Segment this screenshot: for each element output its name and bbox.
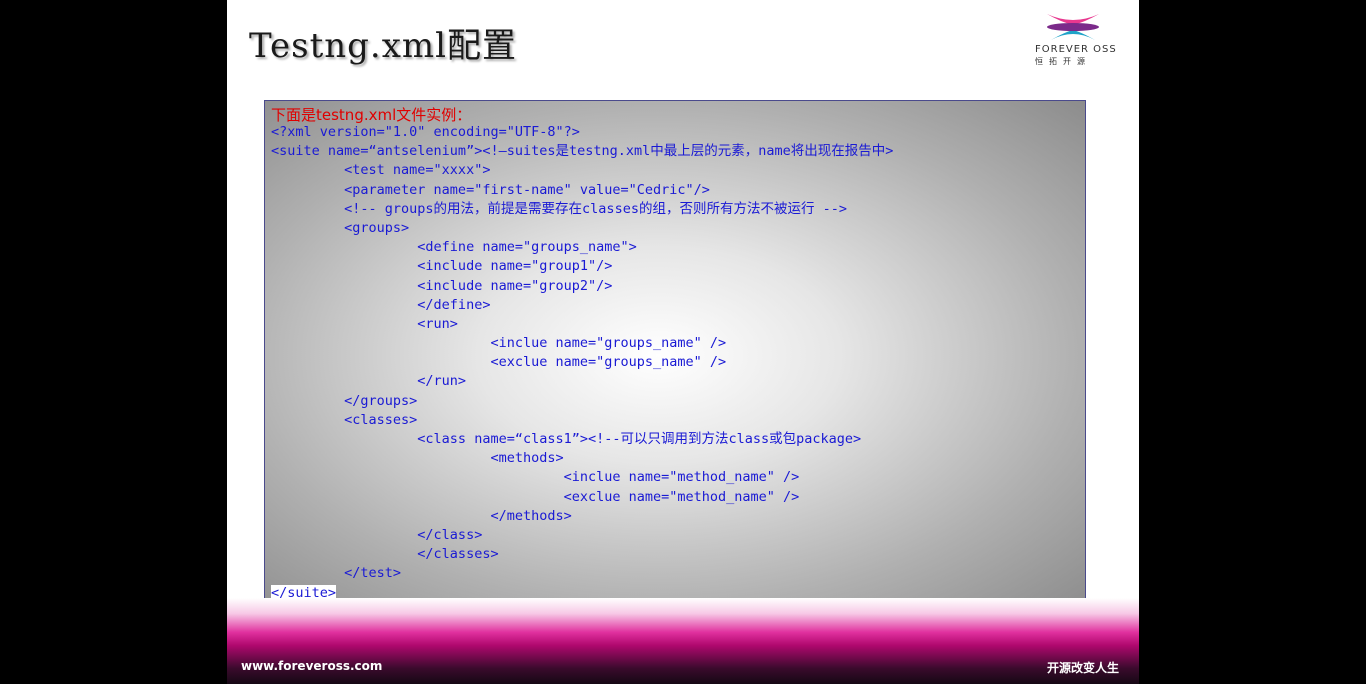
code-line: <exclue name="method_name" /> bbox=[271, 488, 893, 507]
code-line-text: <parameter name="first-name" value="Cedr… bbox=[271, 181, 710, 198]
code-line-text: <test name="xxxx"> bbox=[271, 162, 491, 179]
code-line-text: <inclue name="method_name" /> bbox=[271, 469, 800, 486]
code-line: <test name="xxxx"> bbox=[271, 161, 893, 180]
code-line: <inclue name="groups_name" /> bbox=[271, 334, 893, 353]
code-line-text: <class name=“class1”><!--可以只调用到方法class或包… bbox=[271, 431, 862, 447]
code-line: <methods> bbox=[271, 449, 893, 468]
code-line: </test> bbox=[271, 564, 893, 583]
code-line: </groups> bbox=[271, 392, 893, 411]
logo-brand-en: FOREVER OSS bbox=[1035, 44, 1117, 55]
code-line-text: <?xml version="1.0" encoding="UTF-8"?> bbox=[271, 124, 580, 140]
code-line: <run> bbox=[271, 315, 893, 334]
code-line-text: </run> bbox=[271, 373, 467, 390]
code-line: <class name=“class1”><!--可以只调用到方法class或包… bbox=[271, 430, 893, 449]
code-line-text: </test> bbox=[271, 565, 402, 582]
code-line-text: <inclue name="groups_name" /> bbox=[271, 335, 727, 352]
code-line: <?xml version="1.0" encoding="UTF-8"?> bbox=[271, 123, 893, 142]
code-line: <groups> bbox=[271, 219, 893, 238]
code-line-text: <groups> bbox=[271, 219, 410, 236]
code-line-text: </methods> bbox=[271, 507, 572, 524]
code-header: 下面是testng.xml文件实例： bbox=[271, 106, 472, 124]
code-line-text: </classes> bbox=[271, 546, 499, 563]
code-line: <!-- groups的用法，前提是需要存在classes的组，否则所有方法不被… bbox=[271, 200, 893, 219]
code-line-text: </define> bbox=[271, 296, 491, 313]
code-line: <define name="groups_name"> bbox=[271, 238, 893, 257]
code-line-text: </groups> bbox=[271, 392, 418, 409]
code-line-text: <run> bbox=[271, 315, 458, 332]
code-panel: 下面是testng.xml文件实例： <?xml version="1.0" e… bbox=[264, 100, 1086, 611]
code-line-text: <exclue name="method_name" /> bbox=[271, 488, 800, 505]
code-line: </class> bbox=[271, 526, 893, 545]
code-line-text: <define name="groups_name"> bbox=[271, 239, 637, 256]
code-line: </methods> bbox=[271, 507, 893, 526]
code-line: <include name="group2"/> bbox=[271, 277, 893, 296]
forever-oss-logo-icon bbox=[1047, 14, 1099, 40]
code-line: <inclue name="method_name" /> bbox=[271, 468, 893, 487]
code-line: </classes> bbox=[271, 545, 893, 564]
code-line: <exclue name="groups_name" /> bbox=[271, 353, 893, 372]
code-line-text: <suite name=“antselenium”><!—suites是test… bbox=[271, 143, 894, 160]
code-line: </run> bbox=[271, 372, 893, 391]
code-line: </define> bbox=[271, 296, 893, 315]
slide-title: Testng.xml配置 bbox=[249, 26, 518, 66]
code-lines: <?xml version="1.0" encoding="UTF-8"?> <s… bbox=[271, 123, 893, 603]
code-line-text: <classes> bbox=[271, 411, 418, 428]
footer-url: www.foreveross.com bbox=[241, 659, 383, 673]
code-line-text: <exclue name="groups_name" /> bbox=[271, 354, 727, 371]
code-line-text: <include name="group2"/> bbox=[271, 277, 613, 294]
logo-brand-cn: 恒拓开源 bbox=[1035, 57, 1091, 66]
code-line-text: </class> bbox=[271, 526, 483, 543]
slide: Testng.xml配置 FOREVER OSS 恒拓开源 下面是testng.… bbox=[227, 0, 1139, 684]
footer-slogan: 开源改变人生 bbox=[1047, 661, 1120, 675]
brand-logo: FOREVER OSS 恒拓开源 bbox=[1035, 10, 1127, 68]
code-line-text: <include name="group1"/> bbox=[271, 258, 613, 275]
code-line-text: <!-- groups的用法，前提是需要存在classes的组，否则所有方法不被… bbox=[271, 200, 847, 217]
code-line: <parameter name="first-name" value="Cedr… bbox=[271, 181, 893, 200]
code-line: <classes> bbox=[271, 411, 893, 430]
code-line: <include name="group1"/> bbox=[271, 257, 893, 276]
code-line-text: <methods> bbox=[271, 450, 564, 467]
code-line: <suite name=“antselenium”><!—suites是test… bbox=[271, 142, 893, 161]
